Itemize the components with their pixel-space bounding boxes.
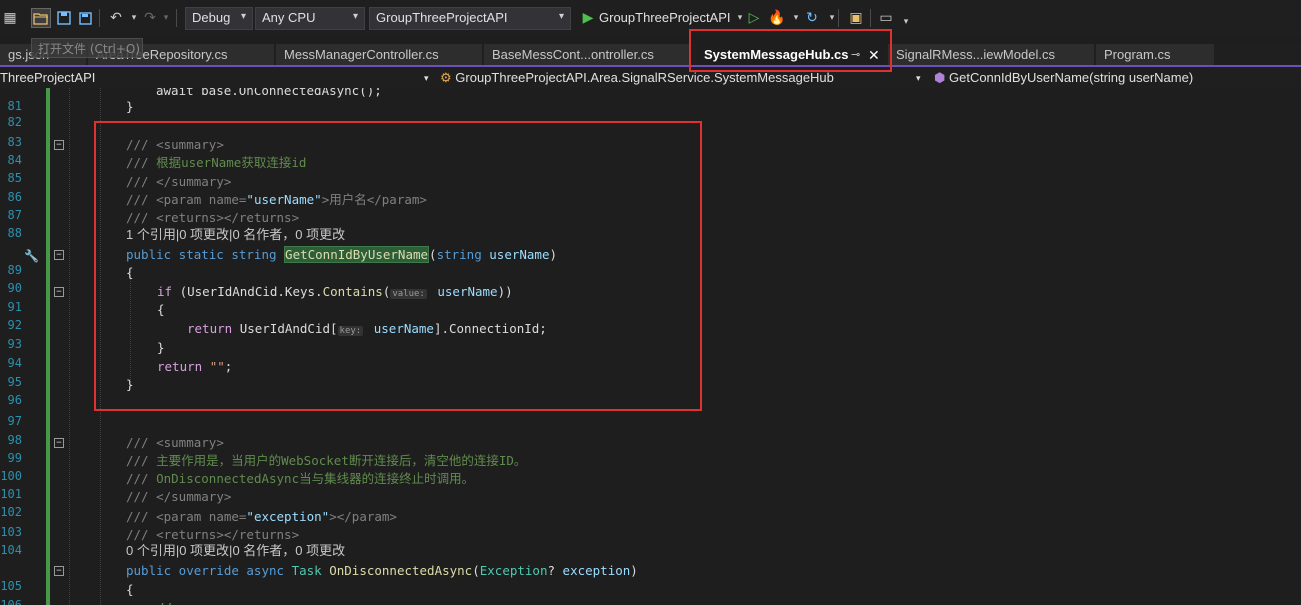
- tab-system-message-hub[interactable]: SystemMessageHub.cs ⊸ ✕: [696, 44, 886, 66]
- tab-base-mess-controller[interactable]: BaseMessCont...ontroller.cs: [484, 44, 690, 66]
- restart-dropdown-icon[interactable]: ▾: [822, 8, 842, 28]
- toolbar-overflow-icon[interactable]: ▾: [896, 12, 916, 32]
- code-line: 82 }: [7, 99, 134, 129]
- startup-project-select[interactable]: GroupThreeProjectAPI ▾: [369, 7, 571, 30]
- codelens[interactable]: 1 个引用|0 项更改|0 名作者，0 项更改: [0, 226, 1301, 244]
- open-file-tooltip: 打开文件 (Ctrl+O): [31, 38, 143, 58]
- codelens-references[interactable]: 1 个引用|0 项更改|0 名作者，0 项更改: [126, 226, 345, 244]
- chevron-down-icon: ▾: [424, 73, 429, 83]
- code-line: // ...: [0, 599, 1301, 605]
- tab-mess-manager-controller[interactable]: MessManagerController.cs: [276, 44, 482, 66]
- hot-reload-icon[interactable]: 🔥: [767, 8, 787, 28]
- collapse-icon[interactable]: −: [54, 250, 64, 260]
- redo-dropdown-icon[interactable]: ▾: [156, 8, 176, 28]
- pin-icon[interactable]: ⊸: [851, 44, 860, 66]
- code-line: 83: [7, 135, 22, 149]
- platform-value: Any CPU: [262, 10, 316, 25]
- code-line: 93 return UserIdAndCid[key: userName].Co…: [7, 321, 547, 351]
- code-line: 102 /// </summary>: [0, 489, 232, 519]
- code-line: 100 /// 主要作用是，当用户的WebSocket断开连接后，清空他的连接I…: [0, 453, 527, 483]
- start-debugging-icon[interactable]: ▶: [578, 8, 598, 28]
- inline-parameter-hint: value:: [390, 289, 427, 299]
- undo-icon[interactable]: ↶: [106, 8, 126, 28]
- code-line: 92 {: [7, 302, 165, 332]
- startup-project-value: GroupThreeProjectAPI: [376, 10, 508, 25]
- quick-actions-icon[interactable]: 🔧: [24, 249, 39, 263]
- configuration-select[interactable]: Debug ▾: [185, 7, 253, 30]
- start-without-debugging-icon[interactable]: ▷: [744, 8, 764, 28]
- code-line: 90 {: [7, 265, 134, 295]
- inline-parameter-hint: key:: [337, 326, 364, 336]
- code-line: 103 /// <param name="exception"></param>: [0, 509, 397, 539]
- chevron-down-icon: ▾: [240, 11, 246, 22]
- folder-view-icon[interactable]: ▣: [846, 8, 866, 28]
- configuration-value: Debug: [192, 10, 231, 25]
- code-line: 84 − /// <summary>: [7, 137, 224, 167]
- run-target-label[interactable]: GroupThreeProjectAPI: [599, 10, 731, 25]
- code-line: 89 🔧 − public static string GetConnIdByU…: [7, 246, 558, 277]
- code-line: 87 /// <param name="userName">用户名</param…: [7, 192, 427, 222]
- tab-signalr-message-view-model[interactable]: SignalRMess...iewModel.cs: [888, 44, 1094, 66]
- collapse-icon[interactable]: −: [54, 566, 64, 576]
- code-line: 101 /// OnDisconnectedAsync当与集线器的连接终止时调用…: [0, 471, 475, 501]
- code-editor[interactable]: 81 await base.OnConnectedAsync(); 82 } 8…: [0, 88, 1301, 605]
- collapse-icon[interactable]: −: [54, 140, 64, 150]
- code-line: 86 /// </summary>: [7, 174, 232, 204]
- main-toolbar: ▦ ↶ ▾ ↷ ▾ Debug ▾ Any CPU ▾ GroupThreePr…: [0, 0, 1301, 36]
- codelens-references[interactable]: 0 个引用|0 项更改|0 名作者，0 项更改: [126, 542, 345, 560]
- document-tab-strip: gs.json AreaTreeRepository.cs MessManage…: [0, 44, 1301, 66]
- code-line: 94 }: [7, 340, 165, 370]
- chevron-down-icon: ▾: [558, 11, 564, 22]
- code-line: 97: [7, 414, 22, 428]
- code-line: 105 − public override async Task OnDisco…: [0, 563, 638, 593]
- navigation-bar: ThreeProjectAPI ▾ ⚙ GroupThreeProjectAPI…: [0, 67, 1301, 88]
- code-line: 91 − if (UserIdAndCid.Keys.Contains(valu…: [7, 284, 513, 314]
- class-icon: ⚙: [440, 70, 452, 85]
- browser-icon[interactable]: ▭: [876, 8, 896, 28]
- chevron-down-icon: ▾: [352, 11, 358, 22]
- codelens[interactable]: 0 个引用|0 项更改|0 名作者，0 项更改: [0, 542, 1301, 560]
- code-line: 85 /// 根据userName获取连接id: [7, 155, 307, 185]
- save-icon[interactable]: [54, 8, 74, 28]
- open-file-icon[interactable]: [31, 8, 51, 28]
- project-dropdown[interactable]: ThreeProjectAPI ▾: [0, 69, 434, 87]
- chevron-down-icon: ▾: [916, 73, 921, 83]
- close-icon[interactable]: ✕: [868, 44, 880, 66]
- restart-icon[interactable]: ↻: [802, 8, 822, 28]
- platform-select[interactable]: Any CPU ▾: [255, 7, 365, 30]
- tab-program[interactable]: Program.cs: [1096, 44, 1214, 66]
- save-all-icon[interactable]: [75, 8, 95, 28]
- highlighted-method-name: GetConnIdByUserName: [284, 246, 430, 263]
- member-dropdown[interactable]: ⬢ GetConnIdByUserName(string userName): [934, 69, 1301, 87]
- type-dropdown[interactable]: ⚙ GroupThreeProjectAPI.Area.SignalRServi…: [440, 69, 928, 87]
- code-line: 98: [7, 433, 22, 447]
- code-line: 95 return "";: [7, 359, 233, 389]
- code-line: 96 }: [7, 377, 134, 407]
- collapse-icon[interactable]: −: [54, 287, 64, 297]
- code-line: 106 {: [0, 582, 134, 605]
- collapse-icon[interactable]: −: [54, 438, 64, 448]
- code-line: 88 /// <returns></returns>: [7, 210, 300, 240]
- method-icon: ⬢: [934, 70, 946, 85]
- solution-explorer-icon[interactable]: ▦: [0, 8, 20, 28]
- code-line: 99 − /// <summary>: [7, 435, 224, 465]
